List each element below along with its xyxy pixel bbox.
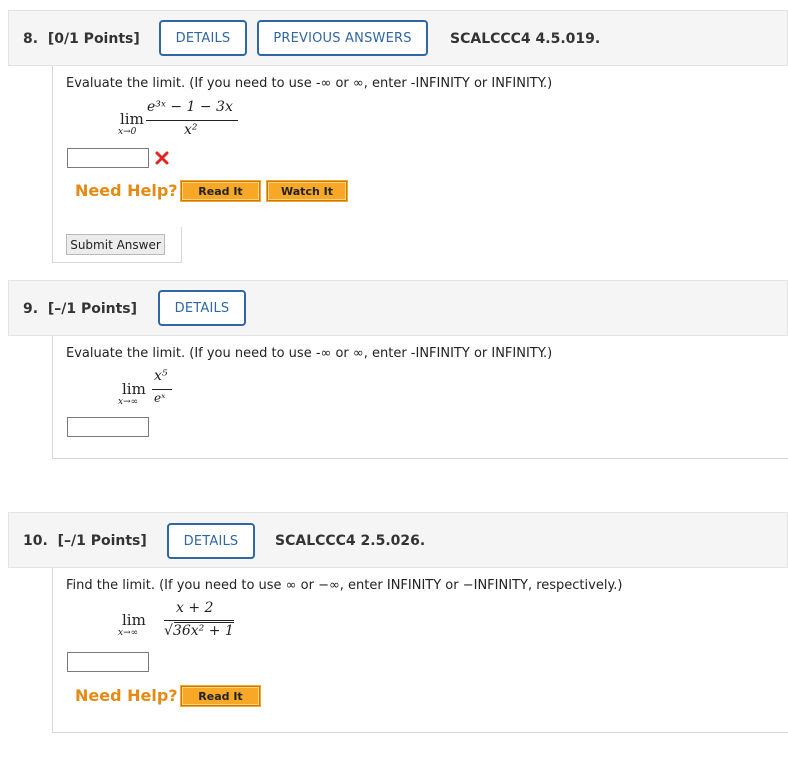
q10-numerator: x + 2 xyxy=(176,600,214,616)
q9-lim: lim xyxy=(122,380,146,398)
q9-title: 9. [–/1 Points] xyxy=(23,301,137,317)
q9-lim-sub: x→∞ xyxy=(118,397,139,407)
incorrect-x-icon xyxy=(155,151,169,165)
q8-watch-it-button[interactable]: Watch It xyxy=(266,180,348,202)
q9-details-button[interactable]: DETAILS xyxy=(158,290,246,326)
q9-prompt: Evaluate the limit. (If you need to use … xyxy=(66,346,553,361)
q8-read-it-button[interactable]: Read It xyxy=(180,180,261,202)
q10-number: 10. xyxy=(23,533,48,549)
q9-denominator: eˣ xyxy=(154,391,166,405)
q8-lim: lim xyxy=(120,110,144,128)
q8-answer-input[interactable] xyxy=(67,148,149,168)
q9-number: 9. xyxy=(23,301,39,317)
q9-fraction-bar xyxy=(152,389,172,390)
q8-previous-answers-button[interactable]: PREVIOUS ANSWERS xyxy=(257,20,428,56)
q8-code: SCALCCC4 4.5.019. xyxy=(450,31,601,47)
q8-details-button[interactable]: DETAILS xyxy=(159,20,247,56)
q10-title: 10. [–/1 Points] xyxy=(23,533,147,549)
q10-points: [–/1 Points] xyxy=(57,533,147,549)
q9-points: [–/1 Points] xyxy=(47,301,138,317)
q10-read-it-button[interactable]: Read It xyxy=(180,685,261,707)
q10-need-help: Need Help? xyxy=(75,686,178,705)
q10-denominator: √36x² + 1 xyxy=(164,623,234,639)
q10-code: SCALCCC4 2.5.026. xyxy=(275,533,426,549)
q8-lim-sub: x→0 xyxy=(118,127,137,137)
q8-submit-answer-button[interactable]: Submit Answer xyxy=(66,234,165,255)
q10-lim: lim xyxy=(122,611,146,629)
q8-title: 8. [0/1 Points] xyxy=(23,31,140,47)
q8-numerator: e³ˣ − 1 − 3x xyxy=(147,99,233,115)
q10-lim-sub: x→∞ xyxy=(118,628,139,638)
q9-answer-input[interactable] xyxy=(67,417,149,437)
q10-answer-input[interactable] xyxy=(67,652,149,672)
q10-fraction-bar xyxy=(164,620,234,621)
q8-denominator: x² xyxy=(184,122,198,138)
q8-prompt: Evaluate the limit. (If you need to use … xyxy=(66,76,553,91)
q9-numerator: x⁵ xyxy=(154,368,168,384)
q8-points: [0/1 Points] xyxy=(47,31,140,47)
q8-number: 8. xyxy=(23,31,39,47)
q10-details-button[interactable]: DETAILS xyxy=(167,523,255,559)
q8-header: 8. [0/1 Points] DETAILS PREVIOUS ANSWERS… xyxy=(8,10,788,66)
q10-header: 10. [–/1 Points] DETAILS SCALCCC4 2.5.02… xyxy=(8,512,788,568)
q8-need-help: Need Help? xyxy=(75,181,178,200)
q10-prompt: Find the limit. (If you need to use ∞ or… xyxy=(66,578,623,593)
q9-header: 9. [–/1 Points] DETAILS xyxy=(8,280,788,336)
q8-fraction-bar xyxy=(146,120,238,121)
